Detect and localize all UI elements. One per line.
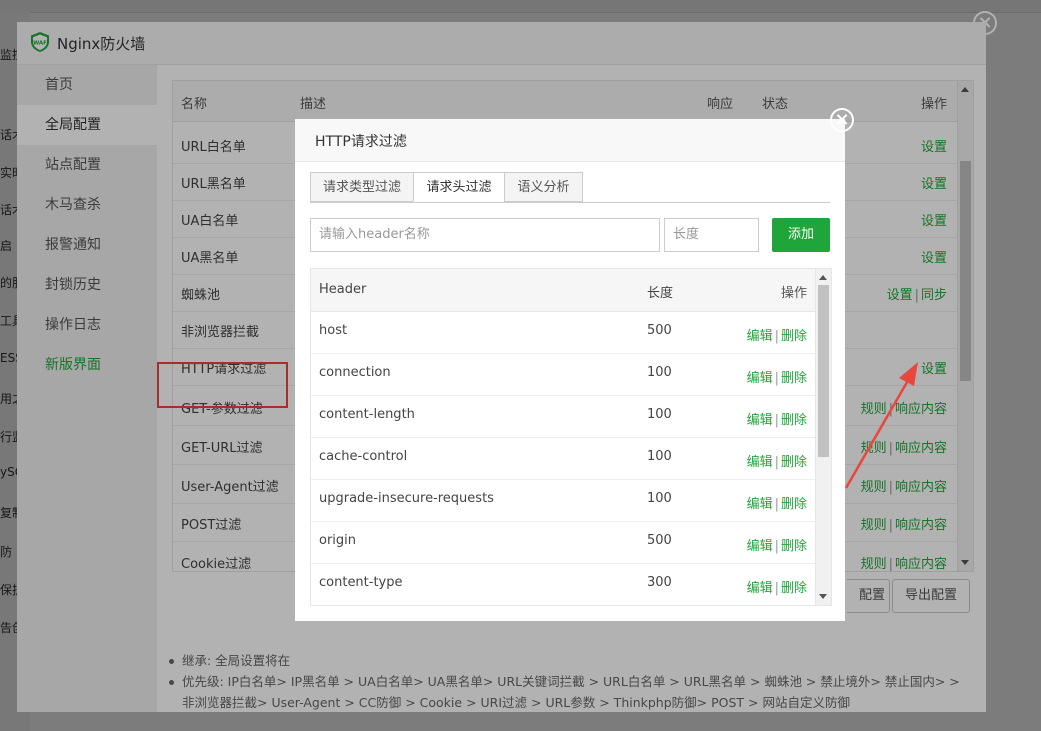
dialog-header: HTTP请求过滤 bbox=[295, 119, 845, 162]
header-name: origin bbox=[319, 533, 357, 548]
header-row: host 500 编辑 | 删除 bbox=[311, 311, 815, 354]
header-name: host bbox=[319, 323, 348, 338]
edit-link[interactable]: 编辑 bbox=[747, 371, 773, 386]
scroll-up-icon[interactable] bbox=[819, 275, 827, 280]
separator: | bbox=[774, 497, 779, 512]
edit-link[interactable]: 编辑 bbox=[747, 329, 773, 344]
tab-semantic-analysis[interactable]: 语义分析 bbox=[504, 172, 583, 202]
separator: | bbox=[774, 539, 779, 554]
header-actions: 编辑 | 删除 bbox=[747, 451, 807, 470]
header-length: 100 bbox=[647, 491, 672, 506]
header-table: Header 长度 操作 host 500 编辑 | 删除 connection 100 编辑… bbox=[310, 268, 832, 606]
delete-link[interactable]: 删除 bbox=[781, 455, 807, 470]
header-actions: 编辑 | 删除 bbox=[747, 325, 807, 344]
header-length: 500 bbox=[647, 323, 672, 338]
separator: | bbox=[774, 455, 779, 470]
header-row: cache-control 100 编辑 | 删除 bbox=[311, 437, 815, 480]
header-name: connection bbox=[319, 365, 391, 380]
header-length: 100 bbox=[647, 449, 672, 464]
column-length: 长度 bbox=[647, 286, 674, 301]
close-dialog-button[interactable]: × bbox=[830, 108, 854, 132]
dialog-tabs: 请求类型过滤 请求头过滤 语义分析 bbox=[310, 172, 830, 203]
tab-request-header-filter[interactable]: 请求头过滤 bbox=[413, 172, 505, 202]
http-filter-dialog: HTTP请求过滤 请求类型过滤 请求头过滤 语义分析 请输入header名称 长… bbox=[295, 119, 845, 621]
header-actions: 编辑 | 删除 bbox=[747, 535, 807, 554]
header-actions: 编辑 | 删除 bbox=[747, 493, 807, 512]
header-row: content-length 100 编辑 | 删除 bbox=[311, 395, 815, 438]
header-row: content-type 300 编辑 | 删除 bbox=[311, 563, 815, 605]
delete-link[interactable]: 删除 bbox=[781, 413, 807, 428]
header-row: origin 500 编辑 | 删除 bbox=[311, 521, 815, 564]
header-name: cache-control bbox=[319, 449, 408, 464]
delete-link[interactable]: 删除 bbox=[781, 371, 807, 386]
add-button[interactable]: 添加 bbox=[772, 218, 830, 252]
header-table-scrollbar[interactable] bbox=[815, 269, 831, 605]
separator: | bbox=[774, 371, 779, 386]
header-name: upgrade-insecure-requests bbox=[319, 491, 494, 506]
edit-link[interactable]: 编辑 bbox=[747, 497, 773, 512]
header-length: 500 bbox=[647, 533, 672, 548]
delete-link[interactable]: 删除 bbox=[781, 581, 807, 596]
header-name: content-length bbox=[319, 407, 415, 422]
scrollbar-thumb[interactable] bbox=[818, 285, 829, 457]
header-length: 100 bbox=[647, 407, 672, 422]
header-actions: 编辑 | 删除 bbox=[747, 577, 807, 596]
edit-link[interactable]: 编辑 bbox=[747, 413, 773, 428]
scroll-down-icon[interactable] bbox=[819, 594, 827, 599]
header-name-input[interactable]: 请输入header名称 bbox=[310, 218, 660, 252]
delete-link[interactable]: 删除 bbox=[781, 497, 807, 512]
edit-link[interactable]: 编辑 bbox=[747, 539, 773, 554]
edit-link[interactable]: 编辑 bbox=[747, 455, 773, 470]
delete-link[interactable]: 删除 bbox=[781, 329, 807, 344]
column-operation: 操作 bbox=[780, 286, 807, 301]
header-length: 100 bbox=[647, 365, 672, 380]
header-actions: 编辑 | 删除 bbox=[747, 409, 807, 428]
header-row: upgrade-insecure-requests 100 编辑 | 删除 bbox=[311, 479, 815, 522]
separator: | bbox=[774, 413, 779, 428]
header-actions: 编辑 | 删除 bbox=[747, 367, 807, 386]
header-length: 300 bbox=[647, 575, 672, 590]
header-row: connection 100 编辑 | 删除 bbox=[311, 353, 815, 396]
delete-link[interactable]: 删除 bbox=[781, 539, 807, 554]
separator: | bbox=[774, 581, 779, 596]
dialog-title: HTTP请求过滤 bbox=[315, 134, 407, 150]
length-input[interactable]: 长度 bbox=[664, 218, 759, 252]
separator: | bbox=[774, 329, 779, 344]
tab-request-type-filter[interactable]: 请求类型过滤 bbox=[310, 172, 414, 202]
header-table-head: Header 长度 操作 bbox=[311, 269, 815, 312]
edit-link[interactable]: 编辑 bbox=[747, 581, 773, 596]
header-name: content-type bbox=[319, 575, 403, 590]
column-header: Header bbox=[319, 282, 367, 297]
